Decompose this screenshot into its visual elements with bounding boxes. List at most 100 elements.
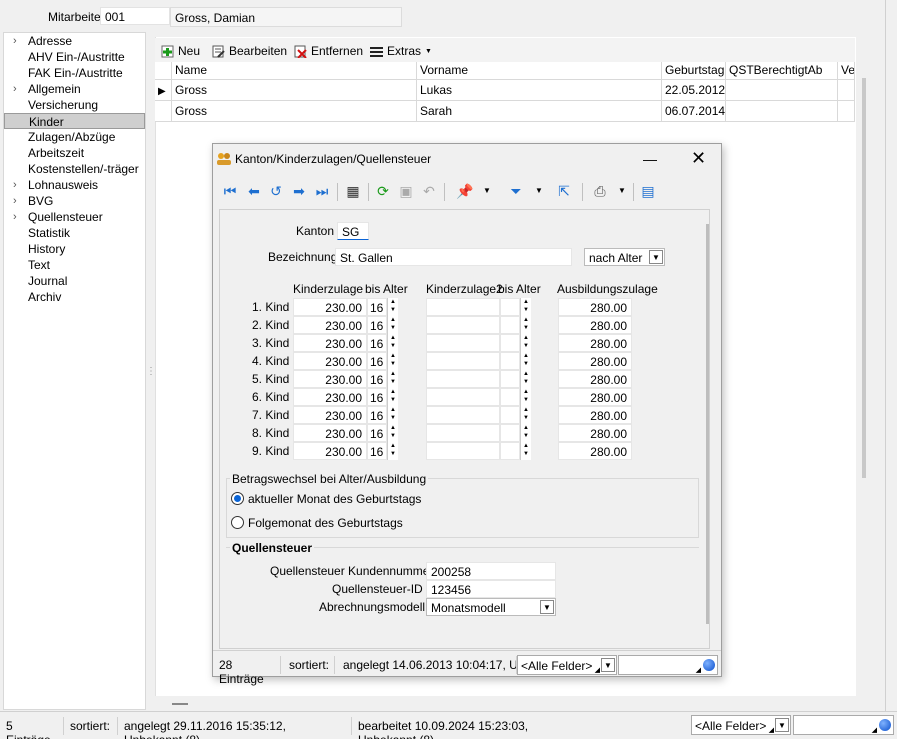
chevron-right-icon[interactable]: › [13, 177, 17, 193]
bis-alter2-spinner[interactable] [520, 388, 531, 406]
bis-alter-spinner[interactable] [387, 370, 398, 388]
print-icon[interactable]: ⎙ [590, 182, 610, 200]
table-row-cell[interactable]: Gross [172, 101, 417, 122]
print-dropdown-icon[interactable]: ▼ [612, 182, 632, 200]
chevron-right-icon[interactable]: › [13, 33, 17, 49]
vertical-scrollbar[interactable] [862, 78, 866, 478]
ausbildungszulage-field[interactable]: 280.00 [558, 388, 632, 406]
edit-button[interactable]: Bearbeiten [212, 42, 287, 60]
kinderzulage-field[interactable]: 230.00 [293, 352, 367, 370]
goto-icon[interactable]: ⇱ [554, 182, 574, 200]
chevron-down-icon[interactable]: ▼ [540, 600, 554, 614]
kinderzulage-field[interactable]: 230.00 [293, 406, 367, 424]
bis-alter-field[interactable]: 16 [367, 424, 387, 442]
close-icon[interactable]: ✕ [691, 148, 706, 169]
table-row-cell[interactable] [726, 101, 838, 122]
pin-icon[interactable]: 📌 [455, 182, 475, 200]
sidebar-item[interactable]: Arbeitszeit [4, 145, 145, 161]
qst-kunde-field[interactable]: 200258 [426, 562, 556, 580]
prev-record-icon[interactable]: ⬅ [244, 182, 264, 200]
bis-alter2-field[interactable] [500, 424, 520, 442]
chevron-down-icon[interactable]: ▼ [649, 250, 663, 264]
kinderzulage2-field[interactable] [426, 316, 500, 334]
table-row-cell[interactable] [726, 80, 838, 101]
sidebar-item[interactable]: › Adresse [4, 33, 145, 49]
qst-id-field[interactable]: 123456 [426, 580, 556, 598]
sidebar-item[interactable]: Journal [4, 273, 145, 289]
radio-next-month-label[interactable]: Folgemonat des Geburtstags [248, 516, 403, 530]
kanton-field[interactable]: SG [337, 222, 369, 240]
qst-modell-select[interactable]: Monatsmodell ▼ [426, 598, 556, 616]
bis-alter2-spinner[interactable] [520, 334, 531, 352]
sidebar-item[interactable]: › BVG [4, 193, 145, 209]
sidebar-item[interactable]: Versicherung [4, 97, 145, 113]
undo-icon[interactable]: ↺ [266, 182, 286, 200]
sidebar-item[interactable]: Kostenstellen/-träger [4, 161, 145, 177]
globe-icon[interactable] [703, 659, 715, 671]
refresh-icon[interactable]: ⟳ [373, 182, 393, 200]
bis-alter2-field[interactable] [500, 370, 520, 388]
delete-button[interactable]: Entfernen [294, 42, 363, 60]
bis-alter2-field[interactable] [500, 298, 520, 316]
minimize-icon[interactable]: — [643, 151, 657, 167]
bis-alter2-field[interactable] [500, 388, 520, 406]
next-record-icon[interactable]: ➡ [289, 182, 309, 200]
ausbildungszulage-field[interactable]: 280.00 [558, 298, 632, 316]
mode-select[interactable]: nach Alter ▼ [584, 248, 665, 266]
bis-alter-field[interactable]: 16 [367, 442, 387, 460]
radio-current-month[interactable] [231, 492, 244, 505]
bis-alter2-spinner[interactable] [520, 424, 531, 442]
ausbildungszulage-field[interactable]: 280.00 [558, 316, 632, 334]
bis-alter2-field[interactable] [500, 334, 520, 352]
bis-alter2-spinner[interactable] [520, 316, 531, 334]
bis-alter2-field[interactable] [500, 406, 520, 424]
kinderzulage2-field[interactable] [426, 370, 500, 388]
kinderzulage-field[interactable]: 230.00 [293, 334, 367, 352]
bis-alter-spinner[interactable] [387, 298, 398, 316]
bis-alter2-spinner[interactable] [520, 298, 531, 316]
kinderzulage2-field[interactable] [426, 442, 500, 460]
bis-alter-spinner[interactable] [387, 388, 398, 406]
grid-header-ve[interactable]: Ve [838, 62, 855, 80]
kinderzulage-field[interactable]: 230.00 [293, 370, 367, 388]
sidebar-item[interactable]: Archiv [4, 289, 145, 305]
ausbildungszulage-field[interactable]: 280.00 [558, 406, 632, 424]
bis-alter-spinner[interactable] [387, 352, 398, 370]
grid-header-vorname[interactable]: Vorname [417, 62, 662, 80]
sidebar-item[interactable]: Kinder [4, 113, 145, 129]
bis-alter2-field[interactable] [500, 316, 520, 334]
bis-alter-spinner[interactable] [387, 406, 398, 424]
book-icon[interactable]: ▤ [638, 182, 658, 200]
kinderzulage-field[interactable]: 230.00 [293, 388, 367, 406]
grid-header-geburtstag[interactable]: Geburtstag [662, 62, 726, 80]
bis-alter-field[interactable]: 16 [367, 334, 387, 352]
kinderzulage-field[interactable]: 230.00 [293, 424, 367, 442]
last-record-icon[interactable]: ⏭ [312, 182, 332, 200]
bis-alter-field[interactable]: 16 [367, 298, 387, 316]
bis-alter-field[interactable]: 16 [367, 316, 387, 334]
dialog-search-input[interactable]: ◢ [618, 655, 718, 675]
chevron-right-icon[interactable]: › [13, 81, 17, 97]
dialog-filter-combo[interactable]: <Alle Felder> ◢ ▼ [517, 655, 617, 675]
table-row-cell[interactable]: Gross [172, 80, 417, 101]
new-button[interactable]: Neu [161, 42, 200, 60]
kinderzulage-field[interactable]: 230.00 [293, 316, 367, 334]
save-icon[interactable]: ▣ [396, 182, 416, 200]
sidebar-item[interactable]: › Allgemein [4, 81, 145, 97]
chevron-down-icon[interactable]: ▼ [601, 658, 615, 672]
sidebar-item[interactable]: History [4, 241, 145, 257]
table-view-icon[interactable]: ▦ [343, 182, 363, 200]
extras-menu-button[interactable]: Extras ▼ [370, 42, 432, 60]
revert-icon[interactable]: ↶ [419, 182, 439, 200]
kinderzulage2-field[interactable] [426, 298, 500, 316]
ausbildungszulage-field[interactable]: 280.00 [558, 442, 632, 460]
sidebar-item[interactable]: › Quellensteuer [4, 209, 145, 225]
grid-header-qst[interactable]: QSTBerechtigtAb [726, 62, 838, 80]
bis-alter2-spinner[interactable] [520, 370, 531, 388]
chevron-down-icon[interactable]: ▼ [775, 718, 789, 732]
bis-alter-spinner[interactable] [387, 334, 398, 352]
bis-alter2-field[interactable] [500, 442, 520, 460]
bis-alter-spinner[interactable] [387, 424, 398, 442]
bis-alter2-field[interactable] [500, 352, 520, 370]
ausbildungszulage-field[interactable]: 280.00 [558, 370, 632, 388]
